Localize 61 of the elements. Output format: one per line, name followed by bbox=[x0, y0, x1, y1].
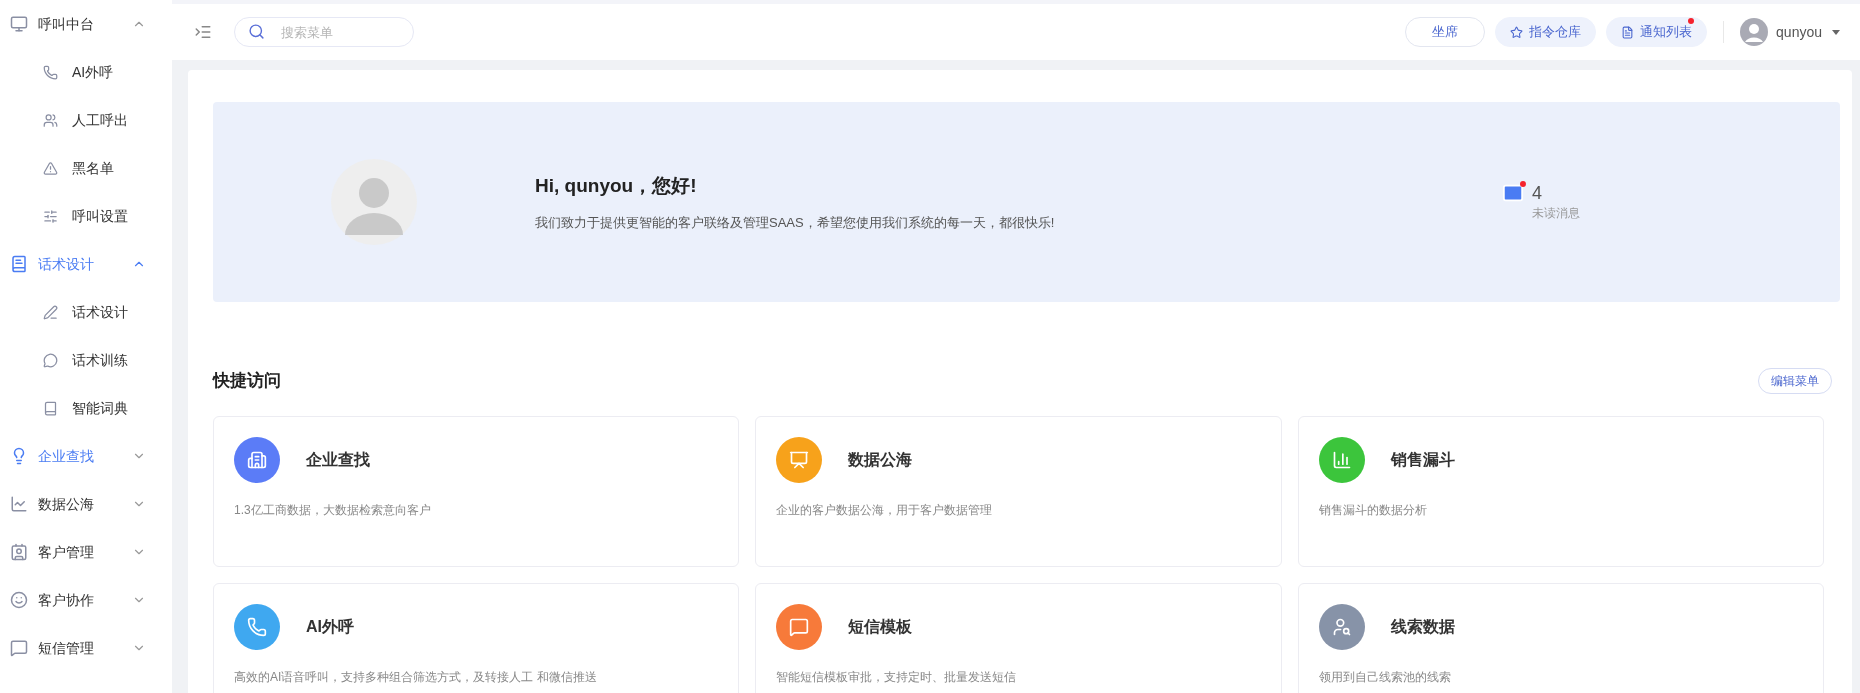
welcome-message: 我们致力于提供更智能的客户联络及管理SAAS，希望您使用我们系统的每一天，都很快乐! bbox=[535, 213, 1056, 232]
pen-icon bbox=[43, 304, 58, 320]
quick-access-card[interactable]: 线索数据 领用到自己线索池的线索 bbox=[1297, 583, 1824, 693]
header-button[interactable]: 坐席 bbox=[1405, 17, 1486, 47]
sidebar-item[interactable]: 智能词典 bbox=[0, 384, 172, 432]
quick-access-card[interactable]: 数据公海 企业的客户数据公海，用于客户数据管理 bbox=[755, 416, 1282, 567]
section-title: 快捷访问 bbox=[213, 370, 281, 393]
quick-access-card[interactable]: 销售漏斗 销售漏斗的数据分析 bbox=[1297, 416, 1824, 567]
card-title: 线索数据 bbox=[1390, 617, 1455, 637]
search-field[interactable]: 搜索菜单 bbox=[234, 17, 414, 47]
sidebar-item[interactable]: 话术设计 bbox=[0, 288, 172, 336]
card-description: 领用到自己线索池的线索 bbox=[1318, 669, 1452, 686]
caret-down-icon bbox=[1832, 29, 1840, 35]
card-description: 高效的AI语音呼叫，支持多种组合筛选方式，及转接人工 和微信推送 bbox=[234, 669, 598, 686]
chat-bubble-icon bbox=[43, 352, 58, 368]
users-icon bbox=[43, 112, 58, 128]
chart-icon bbox=[10, 495, 28, 513]
sidebar-item[interactable]: 话术训练 bbox=[0, 336, 172, 384]
search-icon bbox=[248, 23, 265, 40]
sidebar-group[interactable]: 数据公海 bbox=[0, 480, 172, 528]
sidebar-group[interactable]: 客户管理 bbox=[0, 528, 172, 576]
phone-icon bbox=[43, 64, 58, 80]
quick-access-card[interactable]: 企业查找 1.3亿工商数据，大数据检索意向客户 bbox=[213, 416, 740, 567]
menu-toggle-icon[interactable] bbox=[194, 23, 212, 41]
sliders-icon bbox=[43, 208, 58, 224]
card-description: 1.3亿工商数据，大数据检索意向客户 bbox=[234, 502, 432, 519]
header-button[interactable]: 指令仓库 bbox=[1495, 17, 1597, 47]
card-title: 销售漏斗 bbox=[1390, 450, 1455, 470]
avatar-icon bbox=[1740, 18, 1769, 46]
card-title: 短信模板 bbox=[848, 617, 913, 637]
card-description: 销售漏斗的数据分析 bbox=[1318, 502, 1428, 519]
book-icon bbox=[10, 255, 28, 273]
contact-card-icon bbox=[10, 543, 28, 561]
card-description: 智能短信模板审批，支持定时、批量发送短信 bbox=[776, 669, 1018, 686]
header-button[interactable]: 通知列表 bbox=[1606, 17, 1708, 47]
quick-access-card[interactable]: 短信模板 智能短信模板审批，支持定时、批量发送短信 bbox=[755, 583, 1282, 693]
card-title: 企业查找 bbox=[306, 450, 370, 470]
card-title: 数据公海 bbox=[848, 450, 913, 470]
card-title: AI外呼 bbox=[306, 617, 354, 637]
quick-access-card[interactable]: AI外呼 高效的AI语音呼叫，支持多种组合筛选方式，及转接人工 和微信推送 bbox=[213, 583, 740, 693]
book-icon bbox=[43, 400, 58, 416]
warning-icon bbox=[43, 160, 58, 176]
unread-label: 未读消息 bbox=[1532, 205, 1580, 222]
message-icon bbox=[10, 639, 28, 657]
user-menu[interactable]: qunyou bbox=[1740, 18, 1840, 46]
sidebar-group[interactable]: 客户协作 bbox=[0, 576, 172, 624]
sidebar-item[interactable]: 呼叫设置 bbox=[0, 192, 172, 240]
monitor-icon bbox=[10, 15, 28, 33]
sidebar-group[interactable]: 呼叫中台 bbox=[0, 0, 172, 48]
greeting-title: Hi, qunyou，您好! bbox=[535, 174, 698, 198]
sidebar-group[interactable]: 短信管理 bbox=[0, 624, 172, 672]
sidebar-item[interactable]: 黑名单 bbox=[0, 144, 172, 192]
document-icon bbox=[1621, 25, 1635, 39]
star-icon bbox=[1510, 25, 1524, 39]
unread-count: 4 bbox=[1532, 182, 1543, 204]
sidebar-item[interactable]: 人工呼出 bbox=[0, 96, 172, 144]
sidebar-group[interactable]: 企业查找 bbox=[0, 432, 172, 480]
card-description: 企业的客户数据公海，用于客户数据管理 bbox=[776, 502, 994, 519]
edit-menu-button[interactable]: 编辑菜单 bbox=[1758, 368, 1832, 394]
sidebar-group[interactable]: 话术设计 bbox=[0, 240, 172, 288]
sidebar-item[interactable]: AI外呼 bbox=[0, 48, 172, 96]
